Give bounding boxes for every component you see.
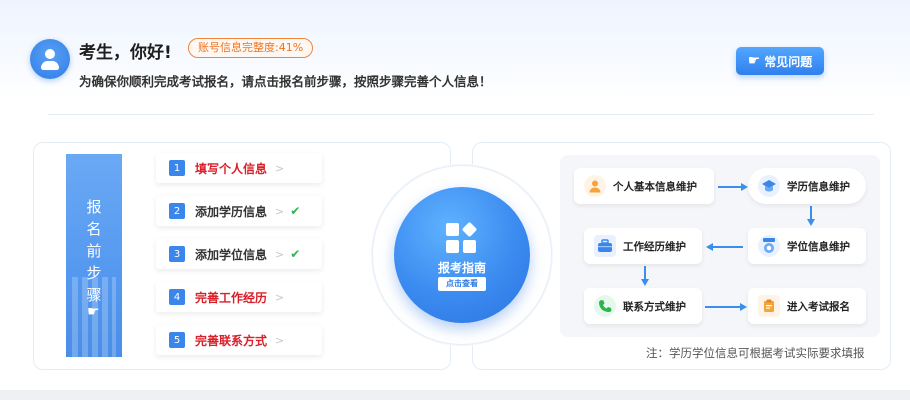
arrow-right-icon: [740, 303, 747, 311]
avatar: [30, 39, 70, 79]
flow-node-exam-registration[interactable]: 进入考试报名: [748, 288, 866, 324]
flow-arrow: [810, 206, 812, 220]
subtitle: 为确保你顺利完成考试报名，请点击报名前步骤，按照步骤完善个人信息！: [79, 74, 492, 89]
step-number: 2: [169, 203, 185, 219]
step-label: 完善工作经历: [195, 290, 268, 305]
flow-node-label: 联系方式维护: [623, 300, 686, 313]
step-item-degree[interactable]: 3 添加学位信息 > ✔: [156, 239, 322, 269]
step-item-education[interactable]: 2 添加学历信息 > ✔: [156, 196, 322, 226]
hand-pointer-icon: ☛: [87, 304, 100, 320]
arrow-left-icon: [706, 243, 713, 251]
step-item-work-experience[interactable]: 4 完善工作经历 >: [156, 282, 322, 312]
hand-pointer-icon: ☛: [747, 53, 761, 69]
flow-arrow: [705, 306, 741, 308]
banner-char: 名: [86, 220, 102, 238]
faq-label: 常见问题: [764, 54, 813, 69]
exam-guide-button[interactable]: 报考指南 点击查看: [394, 187, 530, 323]
flow-node-personal-info[interactable]: 个人基本信息维护: [574, 168, 714, 204]
arrow-down-icon: [807, 219, 815, 226]
chevron-right-icon: >: [275, 290, 285, 304]
step-item-contact[interactable]: 5 完善联系方式 >: [156, 325, 322, 355]
divider: [48, 114, 874, 115]
greeting: 考生，你好!: [79, 43, 172, 63]
arrow-down-icon: [641, 279, 649, 286]
avatar-body: [41, 61, 59, 70]
flow-node-label: 学历信息维护: [787, 180, 850, 193]
flow-node-label: 工作经历维护: [623, 240, 686, 253]
phone-icon: [594, 295, 616, 317]
pre-registration-steps-banner[interactable]: 报 名 前 步 骤 ☛: [66, 154, 122, 357]
bottom-band: [0, 390, 910, 400]
step-number: 5: [169, 332, 185, 348]
person-icon: [584, 175, 606, 197]
chevron-right-icon: >: [275, 161, 285, 175]
graduation-cap-icon: [758, 175, 780, 197]
flow-node-label: 学位信息维护: [787, 240, 850, 253]
flow-note: 注：学历学位信息可根据考试实际要求填报: [646, 346, 865, 360]
flow-arrow: [718, 186, 742, 188]
step-label: 完善联系方式: [195, 333, 268, 348]
step-number: 4: [169, 289, 185, 305]
check-icon: ✔: [290, 204, 301, 218]
step-number: 1: [169, 160, 185, 176]
guide-view-button[interactable]: 点击查看: [438, 277, 486, 291]
banner-char: 步: [86, 264, 102, 282]
medal-icon: [758, 235, 780, 257]
step-label: 填写个人信息: [195, 161, 268, 176]
step-label: 添加学历信息: [195, 204, 268, 219]
banner-char: 骤: [86, 286, 102, 304]
step-number: 3: [169, 246, 185, 262]
grid-apps-icon: [446, 221, 478, 255]
chevron-right-icon: >: [275, 204, 285, 218]
guide-title: 报考指南: [437, 261, 486, 275]
flow-node-label: 个人基本信息维护: [613, 180, 697, 193]
clipboard-icon: [758, 295, 780, 317]
chevron-right-icon: >: [275, 333, 285, 347]
banner-char: 前: [86, 242, 102, 260]
flow-node-education[interactable]: 学历信息维护: [748, 168, 866, 204]
flow-node-label: 进入考试报名: [787, 300, 850, 313]
flow-node-work-experience[interactable]: 工作经历维护: [584, 228, 702, 264]
completeness-badge: 账号信息完整度:41%: [188, 38, 314, 58]
avatar-head: [45, 49, 55, 59]
step-label: 添加学位信息: [195, 247, 268, 262]
check-icon: ✔: [290, 247, 301, 261]
faq-button[interactable]: ☛ 常见问题: [736, 47, 824, 75]
briefcase-icon: [594, 235, 616, 257]
chevron-right-icon: >: [275, 247, 285, 261]
flow-node-contact[interactable]: 联系方式维护: [584, 288, 702, 324]
banner-char: 报: [86, 198, 102, 216]
arrow-right-icon: [741, 183, 748, 191]
flow-arrow: [713, 246, 743, 248]
flow-node-degree[interactable]: 学位信息维护: [748, 228, 866, 264]
step-item-personal-info[interactable]: 1 填写个人信息 >: [156, 153, 322, 183]
flow-arrow: [644, 266, 646, 280]
